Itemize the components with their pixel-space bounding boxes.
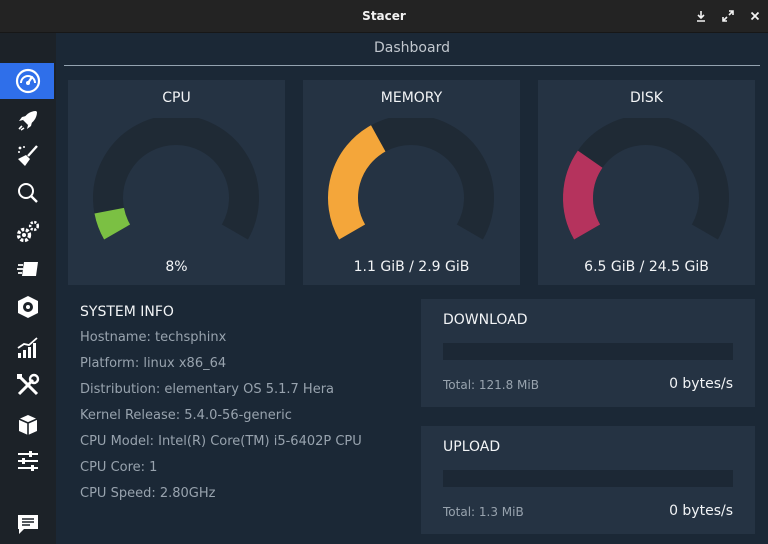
sidebar-item-services[interactable]: [0, 214, 56, 250]
download-title: DOWNLOAD: [443, 312, 528, 328]
system-info-row: CPU Core: 1: [80, 460, 158, 475]
sliders-icon: [18, 451, 38, 471]
search-icon: [18, 183, 38, 203]
sidebar-item-processes[interactable]: [0, 251, 56, 287]
download-rate: 0 bytes/s: [669, 376, 733, 392]
system-info-row: Platform: linux x86_64: [80, 356, 227, 371]
gauge-value: 6.5 GiB / 24.5 GiB: [584, 259, 709, 275]
sidebar-item-system-cleaner[interactable]: [0, 138, 56, 174]
processes-icon: [17, 262, 38, 276]
disk-gauge: [563, 118, 729, 240]
package-icon: [18, 296, 38, 318]
gauge-title: MEMORY: [380, 90, 443, 106]
gauge-value: 8%: [165, 259, 188, 275]
page-title: Dashboard: [374, 40, 450, 56]
gauge-fill: [563, 150, 603, 240]
upload-card: UPLOAD Total: 1.3 MiB 0 bytes/s: [421, 426, 755, 534]
system-info-row: Hostname: techsphinx: [80, 330, 227, 345]
cpu-gauge-card: CPU 8%: [68, 80, 285, 285]
window-title: Stacer: [362, 9, 406, 23]
download-total: Total: 121.8 MiB: [443, 378, 539, 392]
upload-total: Total: 1.3 MiB: [443, 505, 524, 519]
memory-gauge: [328, 118, 494, 240]
gauge-title: CPU: [162, 90, 191, 106]
title-divider: [64, 65, 760, 66]
tools-icon: [17, 373, 40, 396]
upload-rate: 0 bytes/s: [669, 503, 733, 519]
system-info-row: CPU Model: Intel(R) Core(TM) i5-6402P CP…: [80, 434, 362, 449]
upload-title: UPLOAD: [443, 439, 501, 455]
upload-bar: [443, 470, 733, 487]
broom-icon: [18, 145, 38, 166]
close-icon[interactable]: [748, 9, 762, 23]
sidebar-item-search[interactable]: [0, 175, 56, 211]
gauge-value: 1.1 GiB / 2.9 GiB: [353, 259, 470, 275]
dashboard-page: Dashboard CPU 8% MEMORY 1.1 GiB / 2.9 Gi…: [56, 33, 768, 544]
sidebar-item-resources[interactable]: [0, 330, 56, 366]
system-info-heading: SYSTEM INFO: [80, 304, 174, 320]
chart-icon: [17, 337, 38, 358]
gauge-title: DISK: [630, 90, 663, 106]
disk-gauge-card: DISK 6.5 GiB / 24.5 GiB: [538, 80, 755, 285]
box-icon: [18, 415, 38, 435]
cpu-gauge: [93, 118, 259, 240]
sidebar-item-uninstaller[interactable]: [0, 289, 56, 325]
gauge-fill: [94, 207, 131, 240]
title-bar: Stacer: [0, 0, 768, 33]
sidebar-item-dashboard[interactable]: [0, 63, 56, 99]
sidebar-item-apt-repository[interactable]: [0, 406, 56, 442]
system-info: SYSTEM INFO Hostname: techsphinx Platfor…: [80, 304, 362, 512]
system-info-row: CPU Speed: 2.80GHz: [80, 486, 216, 501]
sidebar-item-feedback[interactable]: [0, 506, 56, 542]
gauge-track: [93, 118, 259, 240]
download-bar: [443, 343, 733, 360]
gears-icon: [16, 220, 40, 243]
download-card: DOWNLOAD Total: 121.8 MiB 0 bytes/s: [421, 299, 755, 407]
memory-gauge-card: MEMORY 1.1 GiB / 2.9 GiB: [303, 80, 520, 285]
rocket-icon: [18, 111, 37, 131]
gauge-track: [563, 118, 729, 240]
system-info-row: Distribution: elementary OS 5.1.7 Hera: [80, 382, 335, 397]
sidebar-item-settings[interactable]: [0, 443, 56, 479]
sidebar-item-helpers[interactable]: [0, 367, 56, 403]
system-info-row: Kernel Release: 5.4.0-56-generic: [80, 408, 292, 423]
download-icon[interactable]: [694, 9, 708, 23]
sidebar-item-startup-apps[interactable]: [0, 102, 56, 138]
speedometer-icon: [15, 68, 41, 94]
chat-icon: [18, 515, 38, 534]
gauge-fill: [328, 125, 387, 240]
maximize-icon[interactable]: [721, 9, 735, 23]
sidebar: [0, 33, 56, 544]
